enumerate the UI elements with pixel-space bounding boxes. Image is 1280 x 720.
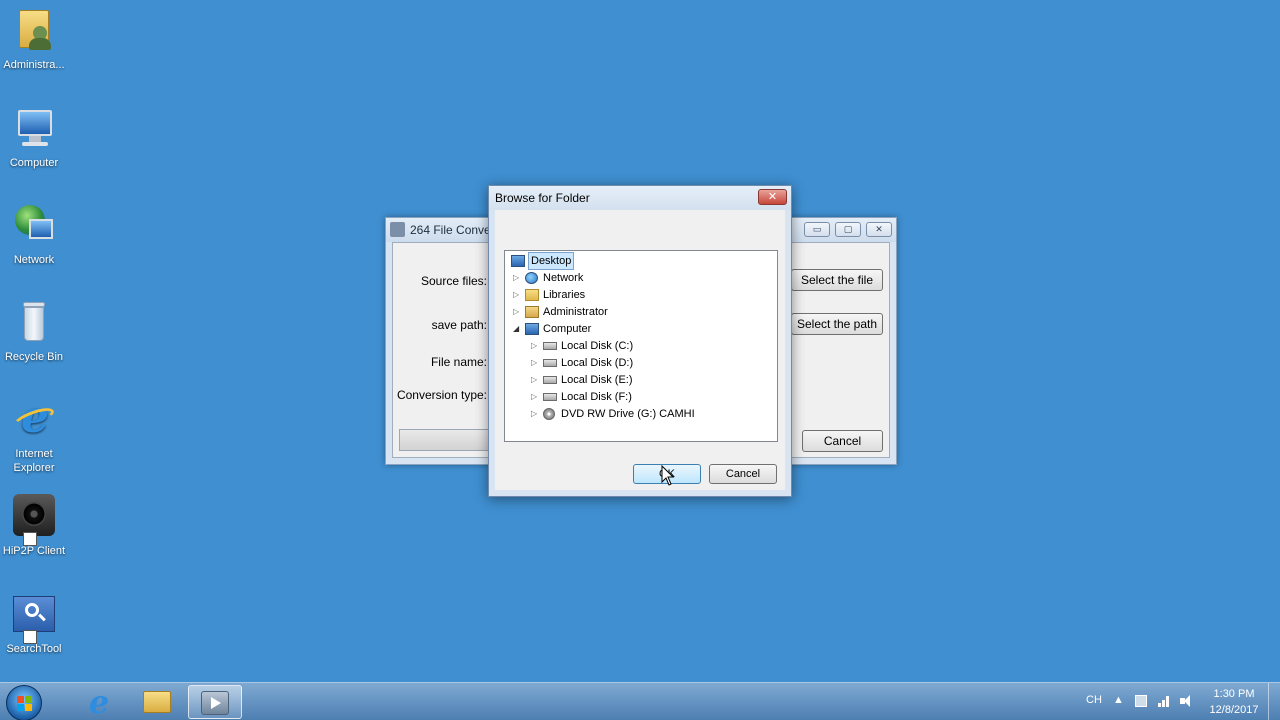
expand-arrow-icon[interactable]: ▷ <box>513 270 523 286</box>
recycle-bin-icon <box>11 300 57 346</box>
desktop-icon-label: SearchTool <box>6 643 62 655</box>
action-center-icon[interactable] <box>1135 695 1147 707</box>
desktop-icon-label: Recycle Bin <box>4 351 64 363</box>
expand-arrow-icon[interactable]: ▷ <box>531 372 541 388</box>
libraries-icon <box>525 289 539 301</box>
desktop-icon-searchtool[interactable]: SearchTool <box>0 592 68 656</box>
dvd-icon <box>543 408 555 420</box>
close-button[interactable]: ✕ <box>866 222 892 237</box>
desktop-icon-label: Computer <box>9 157 59 169</box>
minimize-button[interactable]: ▭ <box>804 222 830 237</box>
clock-date[interactable]: 12/8/2017 <box>1203 704 1265 716</box>
volume-icon[interactable] <box>1180 695 1192 707</box>
tree-item-label: Network <box>543 272 584 284</box>
dialog-title: Browse for Folder <box>495 191 590 205</box>
browse-for-folder-dialog[interactable]: Browse for Folder ✕ Desktop ▷ Network ▷ … <box>488 185 792 497</box>
desktop-icon-label: Administra... <box>3 59 65 71</box>
user-folder-icon <box>11 8 57 54</box>
desktop-icon-label: Network <box>13 254 55 266</box>
camera-icon <box>11 494 57 546</box>
dialog-body: Desktop ▷ Network ▷ Libraries ▷ Administ… <box>495 210 785 490</box>
language-indicator[interactable]: CH <box>1086 694 1102 706</box>
dialog-close-button[interactable]: ✕ <box>758 189 787 205</box>
file-name-label: File name: <box>430 355 487 369</box>
network-icon <box>525 272 538 284</box>
internet-explorer-icon: e <box>88 683 110 720</box>
start-button[interactable] <box>6 685 42 720</box>
select-path-button[interactable]: Select the path <box>791 313 883 335</box>
save-path-label: save path: <box>431 318 487 332</box>
internet-explorer-icon: e <box>11 396 57 443</box>
desktop-icon-label: HiP2P Client <box>2 545 66 557</box>
select-file-button[interactable]: Select the file <box>791 269 883 291</box>
dialog-cancel-button[interactable]: Cancel <box>709 464 777 484</box>
desktop-icon-computer[interactable]: Computer <box>0 106 68 170</box>
expand-arrow-icon[interactable]: ▷ <box>513 304 523 320</box>
desktop-icon-hip2p-client[interactable]: HiP2P Client <box>0 494 68 558</box>
expand-arrow-icon[interactable]: ▷ <box>531 355 541 371</box>
mouse-cursor-icon <box>661 465 675 486</box>
dialog-titlebar[interactable]: Browse for Folder ✕ <box>489 186 791 210</box>
desktop-icon <box>511 255 525 267</box>
expand-arrow-icon[interactable]: ▷ <box>531 406 541 422</box>
desktop-icon-recycle-bin[interactable]: Recycle Bin <box>0 300 68 364</box>
expand-arrow-icon[interactable]: ▷ <box>531 389 541 405</box>
expand-arrow-icon[interactable]: ▷ <box>513 287 523 303</box>
tree-item-label: Local Disk (F:) <box>561 391 632 403</box>
folder-tree[interactable]: Desktop ▷ Network ▷ Libraries ▷ Administ… <box>504 250 778 442</box>
source-files-label: Source files: <box>420 274 487 288</box>
progress-bar <box>399 429 499 451</box>
app-icon <box>390 222 405 237</box>
desktop-icon-label: Internet Explorer <box>13 448 55 474</box>
taskbar-file-explorer[interactable] <box>130 685 184 719</box>
taskbar-media-player[interactable] <box>188 685 242 719</box>
shortcut-arrow-icon <box>23 630 37 644</box>
expand-arrow-icon[interactable]: ▷ <box>531 338 541 354</box>
disk-icon <box>543 359 557 367</box>
tree-item-label: Local Disk (D:) <box>561 357 634 369</box>
user-folder-icon <box>525 306 539 318</box>
network-status-icon[interactable] <box>1158 695 1170 707</box>
system-disk-icon <box>543 342 557 350</box>
tree-item-label: Local Disk (E:) <box>561 374 633 386</box>
computer-icon <box>11 106 57 152</box>
tree-item-label: DVD RW Drive (G:) CAMHI <box>561 408 695 420</box>
tree-item-label: Local Disk (C:) <box>561 340 634 352</box>
tree-item-label: Administrator <box>543 306 608 318</box>
taskbar: e CH ▲ 1:30 PM 12/8/2017 <box>0 682 1280 720</box>
show-desktop-button[interactable] <box>1268 683 1280 720</box>
file-explorer-icon <box>143 691 171 713</box>
disk-icon <box>543 376 557 384</box>
shortcut-arrow-icon <box>23 532 37 546</box>
tree-item-label: Libraries <box>543 289 586 301</box>
show-hidden-icons-arrow[interactable]: ▲ <box>1113 694 1124 706</box>
cancel-button[interactable]: Cancel <box>802 430 883 452</box>
maximize-button[interactable]: ▢ <box>835 222 861 237</box>
tree-item-label: Desktop <box>528 252 575 270</box>
desktop-icon-network[interactable]: Network <box>0 203 68 267</box>
desktop-icon-internet-explorer[interactable]: e Internet Explorer <box>0 396 68 475</box>
search-icon <box>11 592 57 644</box>
tree-item-label: Computer <box>543 323 592 335</box>
windows-logo-icon <box>17 696 33 712</box>
desktop-icon-administrator[interactable]: Administra... <box>0 8 68 72</box>
collapse-arrow-icon[interactable]: ◢ <box>513 321 523 337</box>
disk-icon <box>543 393 557 401</box>
network-icon <box>11 203 57 249</box>
taskbar-internet-explorer[interactable]: e <box>72 685 126 719</box>
conversion-type-label: Conversion type: <box>396 388 487 402</box>
computer-icon <box>525 323 539 335</box>
clock-time[interactable]: 1:30 PM <box>1206 688 1262 700</box>
